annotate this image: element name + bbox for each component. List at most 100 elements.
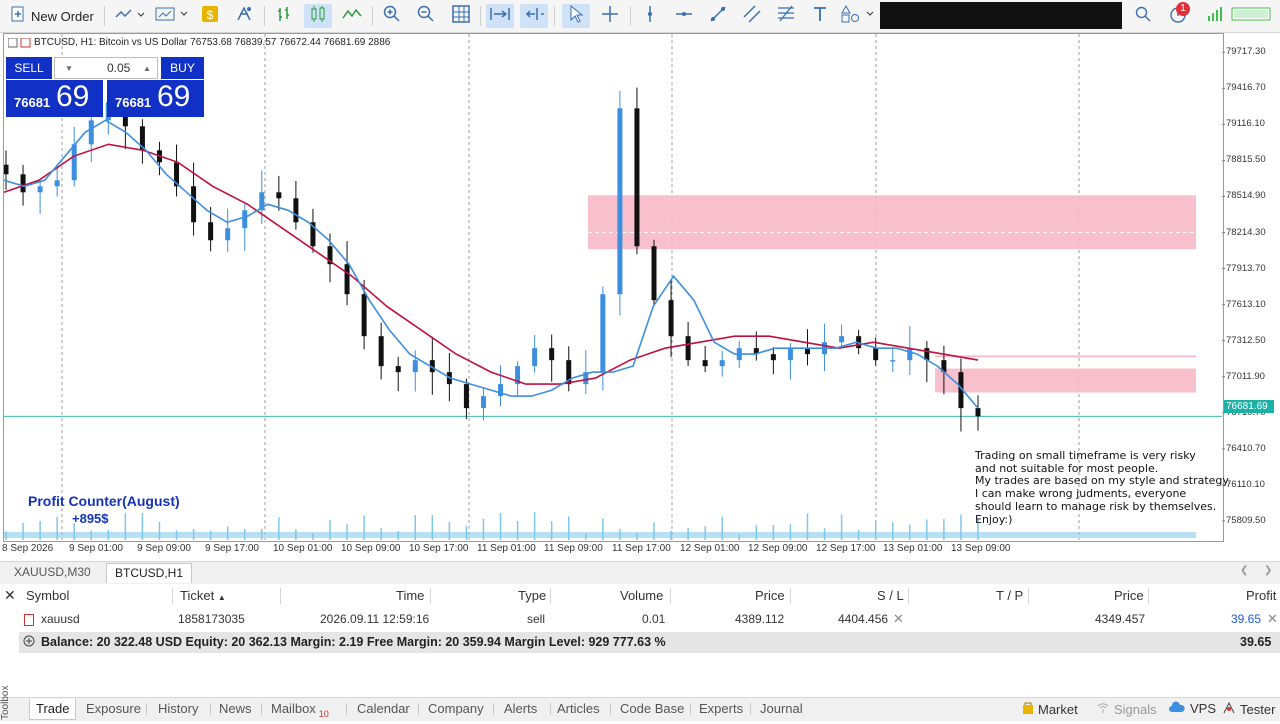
- trendline-button[interactable]: [706, 4, 730, 28]
- buy-price-box[interactable]: 76681 69: [107, 80, 204, 117]
- col-price-header[interactable]: Price: [755, 584, 785, 608]
- tab-company[interactable]: Company: [422, 699, 490, 719]
- row-time: 2026.09.11 12:59:16: [320, 612, 430, 626]
- toolbox-toggle[interactable]: Toolbox: [0, 676, 18, 720]
- remove-sl-icon[interactable]: ✕: [893, 611, 904, 627]
- crosshair-button[interactable]: [598, 4, 622, 28]
- fibonacci-icon: [777, 5, 795, 27]
- chart-window[interactable]: BTCUSD, H1: Bitcoin vs US Dollar 76753.6…: [0, 33, 1280, 561]
- expand-icon[interactable]: [23, 632, 35, 653]
- lot-size-input[interactable]: ▼ 0.05 ▲: [54, 57, 158, 79]
- tab-code-base[interactable]: Code Base: [614, 699, 690, 719]
- tab-news[interactable]: News: [213, 699, 258, 719]
- new-order-button[interactable]: New Order: [10, 4, 100, 28]
- candlestick-button[interactable]: [304, 4, 332, 28]
- lot-decrease-icon[interactable]: ▼: [59, 58, 79, 78]
- chart-tab-xauusd[interactable]: XAUUSD,M30: [6, 563, 99, 582]
- sell-button[interactable]: SELL: [6, 57, 52, 79]
- line-chart-button[interactable]: [340, 4, 364, 28]
- chart-type-button[interactable]: [112, 4, 146, 28]
- tab-history[interactable]: History: [152, 699, 204, 719]
- col-ticket-header[interactable]: Ticket ▲: [180, 584, 226, 608]
- tabs-scroll-right-icon[interactable]: ❯: [1264, 565, 1272, 576]
- cursor-icon: [568, 4, 584, 27]
- col-volume-header[interactable]: Volume: [620, 584, 663, 608]
- buy-button[interactable]: BUY: [161, 57, 204, 79]
- chart-tabs-bar: XAUUSD,M30 BTCUSD,H1 ❮ ❯: [0, 561, 1280, 585]
- balance-profit: 39.65: [1240, 635, 1272, 649]
- col-time-header[interactable]: Time: [396, 584, 424, 608]
- svg-text:$: $: [207, 8, 214, 22]
- one-click-trading-panel: SELL ▼ 0.05 ▲ BUY 76681 69 76681 69: [6, 57, 204, 117]
- close-terminal-icon[interactable]: ✕: [4, 587, 16, 604]
- col-type-header[interactable]: Type: [518, 584, 546, 608]
- col-profit-header[interactable]: Profit: [1246, 584, 1276, 608]
- sell-price-box[interactable]: 76681 69: [6, 80, 103, 117]
- price-tick-label: 79116.10: [1226, 118, 1265, 130]
- signals-button[interactable]: Signals: [1096, 701, 1157, 718]
- chart-tab-btcusd[interactable]: BTCUSD,H1: [106, 563, 193, 583]
- candlestick-icon: [309, 5, 327, 27]
- balance-summary-row: Balance: 20 322.48 USD Equity: 20 362.13…: [19, 632, 1280, 653]
- price-tick-label: 79717.30: [1226, 46, 1266, 58]
- signal-strength-icon: [1206, 5, 1222, 27]
- search-button[interactable]: [1132, 4, 1154, 28]
- toolbar-dark-panel: [880, 2, 1122, 29]
- signal-strength-indicator: [1204, 4, 1224, 28]
- chart-templates-button[interactable]: [152, 4, 190, 28]
- row-profit: 39.65: [1231, 612, 1262, 626]
- col-symbol-header[interactable]: Symbol: [26, 584, 69, 608]
- col-sl-header[interactable]: S / L: [877, 584, 904, 608]
- chart-shift-icon: [523, 5, 545, 27]
- channel-button[interactable]: [740, 4, 764, 28]
- algo-trading-button[interactable]: $: [198, 4, 222, 28]
- lot-size-value: 0.05: [107, 61, 131, 75]
- col-tp-header[interactable]: T / P: [996, 584, 1023, 608]
- profit-counter-value: +895$: [72, 511, 109, 526]
- tab-experts[interactable]: Experts: [693, 699, 749, 719]
- tab-exposure[interactable]: Exposure: [80, 699, 147, 719]
- notifications-button[interactable]: 1: [1164, 2, 1192, 28]
- time-tick-label: 11 Sep 09:00: [544, 543, 603, 554]
- vps-button[interactable]: VPS: [1168, 701, 1216, 716]
- price-tick-label: 78214.30: [1226, 226, 1266, 238]
- tab-articles[interactable]: Articles: [551, 699, 606, 719]
- tab-trade[interactable]: Trade: [29, 699, 77, 720]
- tester-icon: [1222, 701, 1236, 718]
- tab-calendar[interactable]: Calendar: [351, 699, 416, 719]
- market-button[interactable]: Market: [1022, 701, 1078, 718]
- grid-button[interactable]: [449, 4, 473, 28]
- col-price2-header[interactable]: Price: [1114, 584, 1144, 608]
- time-tick-label: 9 Sep 01:00: [69, 543, 123, 554]
- time-tick-label: 9 Sep 09:00: [137, 543, 191, 554]
- terminal-tabs-bar: Trade Exposure History News Mailbox 10 Ca…: [0, 697, 1280, 721]
- close-position-icon[interactable]: ✕: [1267, 611, 1278, 627]
- lot-increase-icon[interactable]: ▲: [137, 58, 157, 78]
- row-sl[interactable]: 4404.456: [838, 612, 888, 626]
- row-volume: 0.01: [642, 612, 666, 626]
- zoom-in-button[interactable]: [380, 4, 404, 28]
- price-tick-label: 77613.10: [1226, 298, 1266, 310]
- auto-trading-button[interactable]: [232, 4, 256, 28]
- tester-button[interactable]: Tester: [1222, 701, 1275, 718]
- channel-icon: [743, 5, 761, 27]
- tab-journal[interactable]: Journal: [754, 699, 809, 719]
- autoscroll-button[interactable]: [486, 4, 514, 28]
- time-tick-label: 11 Sep 17:00: [612, 543, 671, 554]
- price-tick-label: 78514.90: [1226, 190, 1266, 202]
- zoom-out-button[interactable]: [414, 4, 438, 28]
- time-tick-label: 10 Sep 17:00: [409, 543, 469, 554]
- shapes-button[interactable]: [840, 4, 876, 28]
- text-button[interactable]: [808, 4, 832, 28]
- bar-chart-button[interactable]: [272, 4, 296, 28]
- algo-trading-icon: $: [201, 5, 219, 27]
- current-price-label: 76681.69: [1224, 400, 1274, 413]
- chart-shift-button[interactable]: [520, 4, 548, 28]
- tab-alerts[interactable]: Alerts: [498, 699, 543, 719]
- horizontal-line-button[interactable]: [672, 4, 696, 28]
- tabs-scroll-left-icon[interactable]: ❮: [1240, 565, 1248, 576]
- cursor-button[interactable]: [562, 4, 590, 28]
- vertical-line-button[interactable]: [638, 4, 662, 28]
- fibonacci-button[interactable]: [774, 4, 798, 28]
- tab-mailbox[interactable]: Mailbox 10: [265, 699, 335, 719]
